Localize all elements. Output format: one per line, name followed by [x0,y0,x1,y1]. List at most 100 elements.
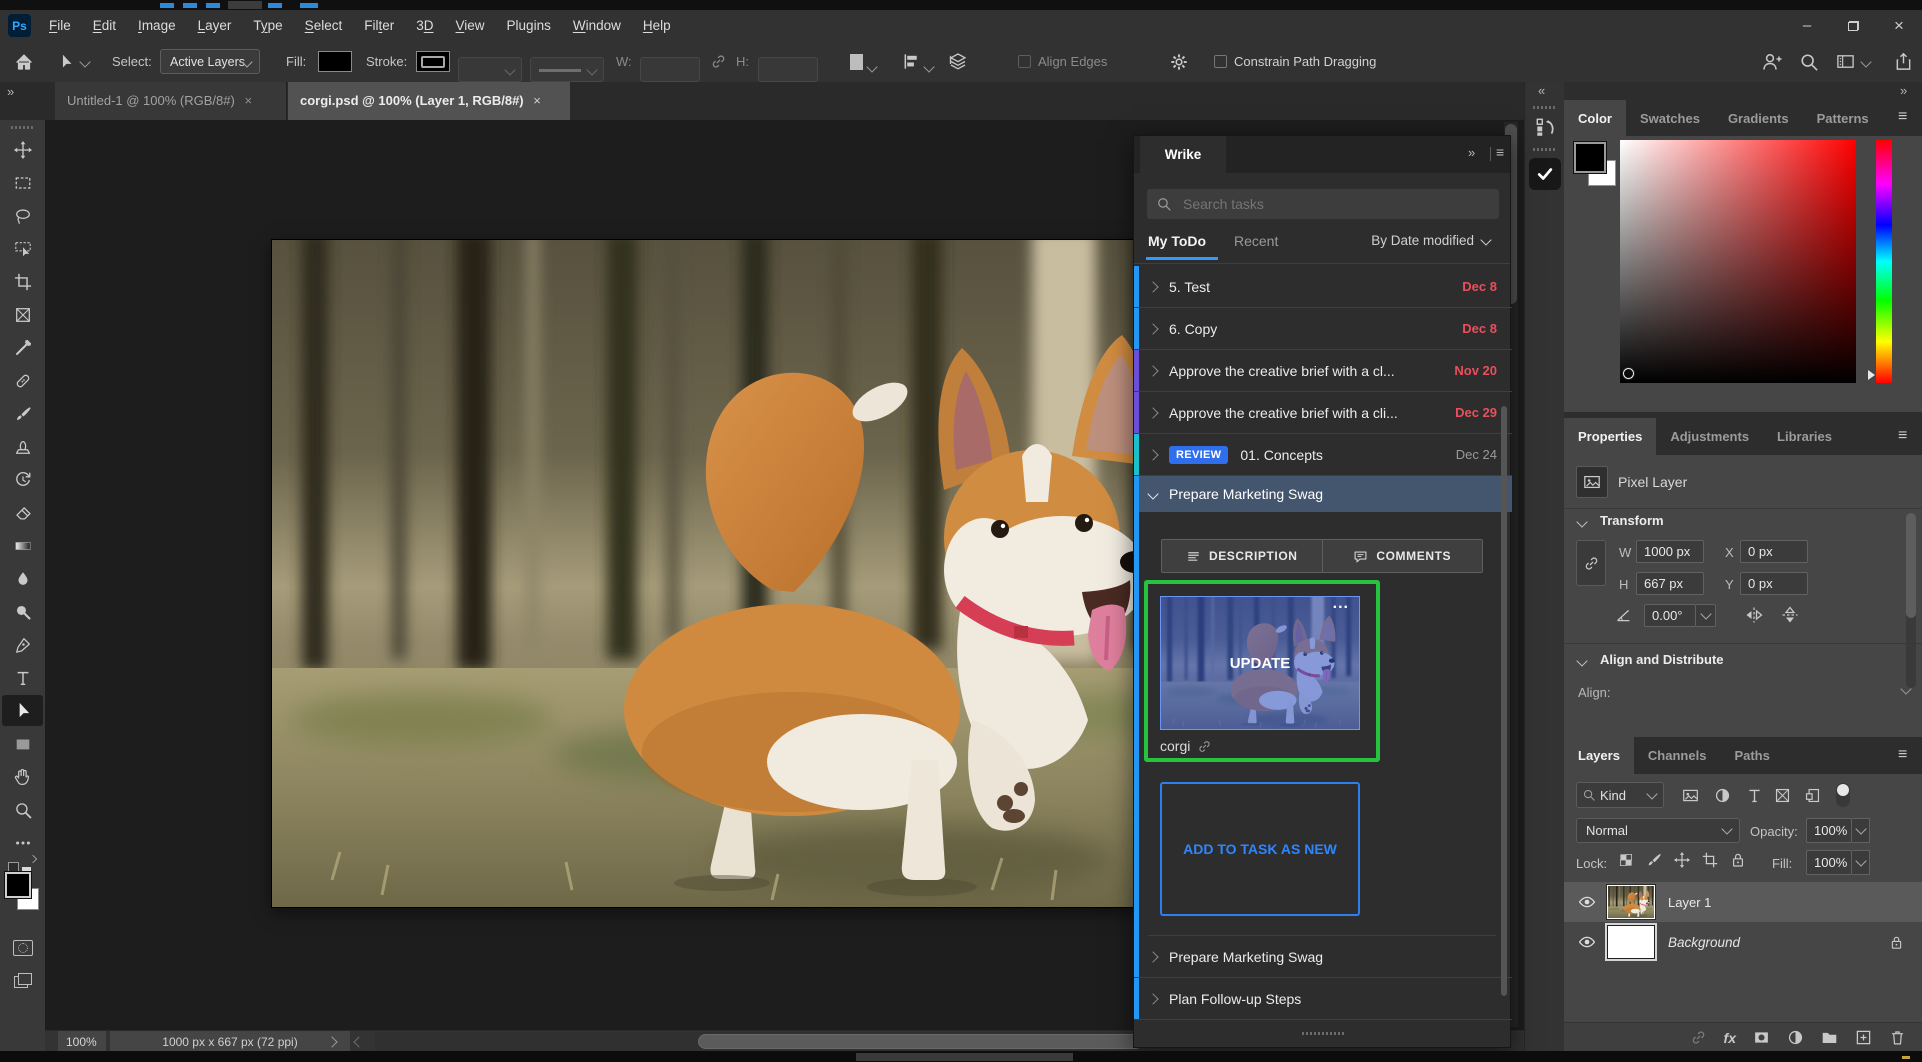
angle-dropdown[interactable] [1696,604,1716,627]
history-panel-icon[interactable] [1534,116,1556,138]
sort-dropdown[interactable]: By Date modified [1314,233,1474,248]
layer-filter-dropdown[interactable]: Kind [1576,782,1664,808]
expand-chevron-icon[interactable] [1147,364,1159,377]
transform-section-chevron[interactable] [1576,516,1588,528]
zoom-level-field[interactable]: 100% [58,1031,106,1052]
constrain-path-dragging-checkbox[interactable]: Constrain Path Dragging [1214,41,1376,82]
angle-field[interactable]: 0.00° [1644,604,1696,627]
attachment-thumbnail[interactable]: UPDATE ... [1160,596,1360,730]
sort-chevron-icon[interactable] [1480,234,1492,246]
toolbar-grip[interactable] [11,126,33,129]
path-arrangement-button[interactable] [948,41,968,82]
filter-type-layers-icon[interactable] [1746,787,1763,804]
align-edges-checkbox[interactable]: Align Edges [1018,41,1107,82]
panel-menu-icon[interactable]: ≡ [1898,427,1907,445]
pen-tool[interactable] [2,629,43,660]
task-row[interactable]: REVIEW 01. Concepts Dec 24 [1134,434,1512,476]
move-tool[interactable] [2,134,43,165]
menu-edit[interactable]: Edit [82,10,127,41]
panel-dock-collapse-icon[interactable]: » [1900,83,1907,98]
toolbar-collapse-icon[interactable]: » [7,84,14,99]
select-mode-dropdown[interactable]: Active Layers [160,49,260,74]
path-options-gear[interactable] [1170,41,1188,82]
blend-mode-dropdown[interactable]: Normal [1576,818,1740,843]
edit-toolbar-button[interactable] [2,827,43,858]
document-tab-untitled[interactable]: Untitled-1 @ 100% (RGB/8#) × [55,82,287,120]
stroke-swatch[interactable] [416,51,450,72]
close-tab-icon[interactable]: × [533,93,541,108]
expand-chevron-icon[interactable] [1147,950,1159,963]
task-title[interactable]: Prepare Marketing Swag [1169,949,1323,965]
wrike-plugin-icon[interactable] [1529,158,1561,190]
path-operations-button[interactable] [850,41,878,82]
menu-image[interactable]: Image [127,10,187,41]
lock-position-icon[interactable] [1674,852,1690,868]
screen-mode-button[interactable] [2,965,43,996]
dock-grip[interactable] [1533,106,1557,109]
hue-slider-marker[interactable] [1868,370,1875,380]
tab-recent[interactable]: Recent [1234,233,1278,249]
filter-toggle-pill[interactable] [1836,783,1850,807]
lock-pixels-icon[interactable] [1646,852,1662,868]
menu-layer[interactable]: Layer [187,10,243,41]
lock-transparency-icon[interactable] [1618,852,1634,868]
crop-tool[interactable] [2,266,43,297]
search-icon[interactable] [1800,41,1818,82]
lock-all-icon[interactable] [1730,852,1746,868]
tab-adjustments[interactable]: Adjustments [1656,418,1763,455]
quick-mask-button[interactable] [2,932,43,963]
opacity-field[interactable]: 100% [1806,818,1852,843]
more-options-icon[interactable]: ... [1333,597,1349,613]
task-title[interactable]: 6. Copy [1169,321,1217,337]
menu-view[interactable]: View [445,10,496,41]
filter-pixel-layers-icon[interactable] [1682,787,1699,804]
rectangle-tool[interactable] [2,728,43,759]
menu-window[interactable]: Window [562,10,632,41]
layer-lock-icon[interactable] [1889,935,1904,950]
hand-tool[interactable] [2,761,43,792]
task-title[interactable]: Prepare Marketing Swag [1169,486,1323,502]
visibility-eye-icon[interactable] [1578,933,1596,951]
restore-button[interactable] [1830,10,1876,41]
menu-type[interactable]: Type [242,10,293,41]
opacity-dropdown[interactable] [1852,818,1870,843]
menu-3d[interactable]: 3D [405,10,444,41]
eyedropper-tool[interactable] [2,332,43,363]
adjustment-layer-icon[interactable] [1787,1029,1804,1046]
share-icon[interactable] [1894,41,1913,82]
close-tab-icon[interactable]: × [244,93,252,108]
filter-adjustment-layers-icon[interactable] [1714,787,1731,804]
visibility-eye-icon[interactable] [1578,893,1596,911]
path-selection-tool[interactable] [2,695,43,726]
fill-swatch[interactable] [318,51,352,72]
link-layers-icon[interactable] [1690,1029,1707,1046]
object-selection-tool[interactable] [2,233,43,264]
wrike-scrollbar[interactable] [1501,406,1507,996]
filter-smart-objects-icon[interactable] [1804,787,1821,804]
fill-field[interactable]: 100% [1806,850,1852,875]
new-group-icon[interactable] [1821,1029,1838,1046]
task-title[interactable]: 5. Test [1169,279,1210,295]
menu-plugins[interactable]: Plugins [496,10,562,41]
properties-scrollbar[interactable] [1906,513,1916,688]
minimize-button[interactable]: – [1784,10,1830,41]
menu-select[interactable]: Select [294,10,354,41]
tab-layers[interactable]: Layers [1564,737,1634,774]
expand-chevron-icon[interactable] [1147,448,1159,461]
expand-chevron-icon[interactable] [1147,992,1159,1005]
link-wh-button[interactable] [1576,540,1606,586]
tab-patterns[interactable]: Patterns [1803,100,1883,137]
wrike-tab[interactable]: Wrike [1140,136,1226,173]
panel-resize-grip[interactable] [1302,1032,1344,1035]
expand-chevron-icon[interactable] [1147,322,1159,335]
layer-row-background[interactable]: Background [1564,922,1922,962]
lasso-tool[interactable] [2,200,43,231]
height-field[interactable]: 667 px [1636,572,1704,595]
document-info[interactable]: 1000 px x 667 px (72 ppi) [110,1031,350,1052]
zoom-tool[interactable] [2,794,43,825]
link-dimensions-icon[interactable] [710,41,727,82]
workspace-switcher-icon[interactable] [1836,41,1872,82]
status-prev-icon[interactable] [353,1036,365,1048]
delete-layer-icon[interactable] [1889,1029,1906,1046]
menu-help[interactable]: Help [632,10,682,41]
